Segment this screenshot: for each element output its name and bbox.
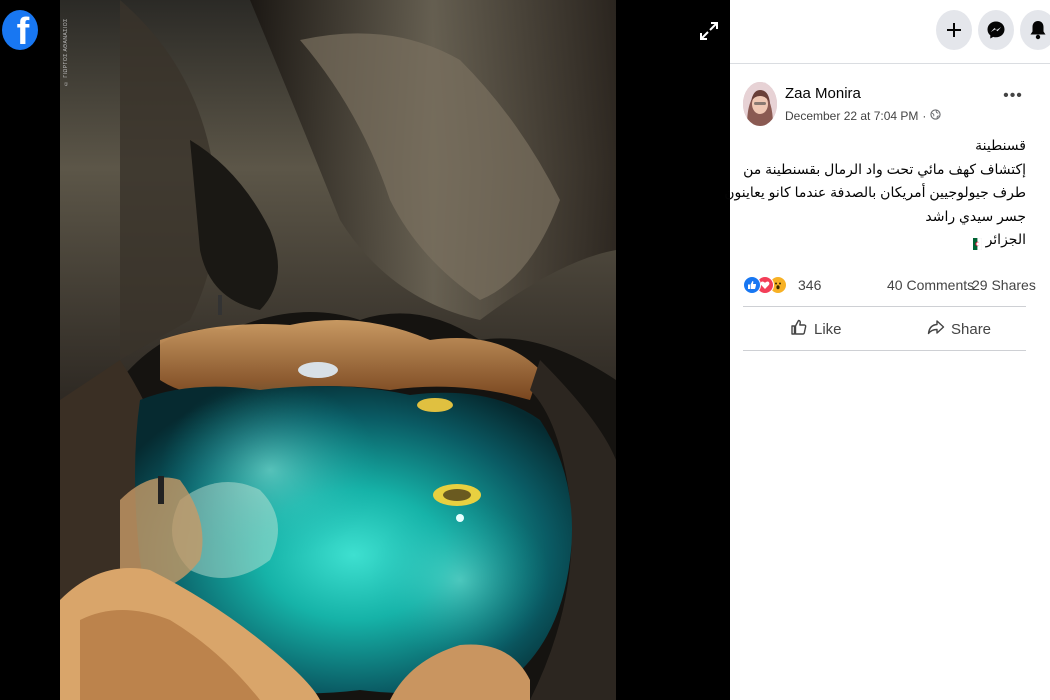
photo-credit: © ΓΙΩΡΓΟΣ ΑΘΑΝΑΣΙΟΣ (63, 18, 69, 86)
post-text-line: جسر سيدي راشد (925, 207, 1026, 224)
country-label: الجزائر (985, 231, 1026, 247)
divider (743, 306, 1026, 307)
messenger-icon[interactable] (978, 10, 1014, 50)
reaction-icons[interactable] (743, 276, 791, 296)
thumbs-up-icon (790, 318, 808, 340)
plus-icon[interactable] (936, 10, 972, 50)
post-text-line: طرف جيولوجيين أمريكان بالصدفة عندما كانو… (724, 184, 1026, 200)
reaction-count[interactable]: 346 (798, 277, 821, 293)
post-text-line: إكتشاف كهف مائي تحت واد الرمال بقسنطينة … (743, 160, 1026, 177)
comments-count[interactable]: 40 Comments (887, 277, 974, 293)
like-label: Like (814, 320, 842, 338)
post-text-line: قسنطينة (975, 137, 1026, 153)
share-arrow-icon (927, 318, 945, 340)
meta-separator: · (922, 109, 927, 123)
globe-icon (930, 109, 942, 123)
post-meta: December 22 at 7:04 PM · (785, 109, 942, 123)
post-timestamp[interactable]: December 22 at 7:04 PM (785, 109, 918, 123)
share-label: Share (951, 320, 992, 338)
like-button[interactable]: Like (790, 317, 842, 341)
like-icon (743, 276, 761, 294)
expand-icon[interactable] (698, 20, 720, 42)
post-author[interactable]: Zaa Monira (785, 85, 861, 102)
post-panel: Zaa Monira December 22 at 7:04 PM · ••• … (724, 0, 1050, 700)
facebook-logo-letter: f (16, 11, 30, 50)
post-text-line-country: الجزائر (743, 228, 1026, 252)
reactions-bar: 346 40 Comments 29 Shares (743, 276, 1036, 298)
facebook-logo-icon[interactable]: f (2, 10, 38, 50)
shares-count[interactable]: 29 Shares (972, 277, 1036, 293)
bell-icon[interactable] (1020, 10, 1050, 50)
divider (743, 350, 1026, 351)
top-bar (730, 0, 1050, 64)
avatar[interactable] (743, 82, 777, 126)
post-photo[interactable] (60, 0, 616, 700)
algeria-flag-icon (972, 234, 982, 251)
post-text: قسنطينة إكتشاف كهف مائي تحت واد الرمال ب… (724, 134, 1026, 252)
more-options-button[interactable]: ••• (1001, 88, 1025, 106)
share-button[interactable]: Share (927, 317, 991, 341)
photo-viewer: f © ΓΙΩΡΓΟΣ ΑΘΑΝΑΣΙΟΣ (0, 0, 730, 700)
